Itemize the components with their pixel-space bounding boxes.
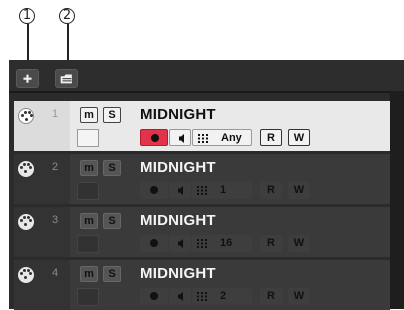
track-number: 1 bbox=[52, 108, 59, 120]
monitor-button[interactable] bbox=[169, 288, 191, 305]
mute-button[interactable]: m bbox=[80, 160, 98, 176]
monitor-button[interactable] bbox=[169, 182, 191, 199]
mute-button[interactable]: m bbox=[80, 107, 98, 123]
keyboard-icon bbox=[198, 134, 208, 143]
speaker-icon bbox=[178, 292, 183, 301]
track-name[interactable]: MIDNIGHT bbox=[140, 159, 216, 176]
track-row[interactable]: 4 m S MIDNIGHT 2 R W bbox=[14, 260, 390, 310]
track-presets-icon bbox=[60, 74, 72, 84]
midi-channel-value: 16 bbox=[220, 237, 233, 249]
speaker-icon bbox=[178, 239, 183, 248]
midi-track-icon bbox=[18, 214, 34, 230]
track-name[interactable]: MIDNIGHT bbox=[140, 212, 216, 229]
add-track-button[interactable] bbox=[16, 69, 39, 88]
read-automation-button[interactable]: R bbox=[260, 288, 282, 305]
speaker-icon bbox=[179, 134, 184, 143]
track-row[interactable]: 3 m S MIDNIGHT 16 R W bbox=[14, 207, 390, 257]
plus-icon bbox=[23, 74, 32, 83]
write-automation-button[interactable]: W bbox=[288, 235, 310, 252]
midi-track-icon bbox=[18, 267, 34, 283]
track-color-box[interactable] bbox=[77, 235, 99, 253]
callout-2-line bbox=[67, 24, 69, 64]
record-enable-button[interactable] bbox=[140, 129, 168, 146]
solo-button[interactable]: S bbox=[103, 107, 121, 123]
record-icon bbox=[150, 239, 158, 247]
callout-2-number: 2 bbox=[59, 8, 75, 24]
track-color-box[interactable] bbox=[77, 182, 99, 200]
record-icon bbox=[150, 292, 158, 300]
midi-channel-selector[interactable]: 2 bbox=[192, 288, 252, 305]
read-automation-button[interactable]: R bbox=[260, 129, 282, 146]
midi-track-icon bbox=[18, 161, 34, 177]
midi-channel-selector[interactable]: Any bbox=[192, 129, 252, 146]
track-number: 2 bbox=[52, 161, 59, 173]
track-row[interactable]: 2 m S MIDNIGHT 1 R W bbox=[14, 154, 390, 204]
track-list-right-edge bbox=[390, 91, 404, 309]
track-color-box[interactable] bbox=[77, 129, 99, 147]
write-automation-button[interactable]: W bbox=[288, 129, 310, 146]
record-enable-button[interactable] bbox=[140, 182, 168, 199]
keyboard-icon bbox=[197, 292, 207, 301]
midi-channel-value: 1 bbox=[220, 184, 227, 196]
record-enable-button[interactable] bbox=[140, 288, 168, 305]
monitor-button[interactable] bbox=[169, 235, 191, 252]
solo-button[interactable]: S bbox=[103, 213, 121, 229]
read-automation-button[interactable]: R bbox=[260, 182, 282, 199]
mute-button[interactable]: m bbox=[80, 213, 98, 229]
keyboard-icon bbox=[197, 239, 207, 248]
solo-button[interactable]: S bbox=[103, 160, 121, 176]
track-row[interactable]: 1 m S MIDNIGHT Any R W bbox=[14, 101, 390, 151]
record-enable-button[interactable] bbox=[140, 235, 168, 252]
speaker-icon bbox=[178, 186, 183, 195]
mute-button[interactable]: m bbox=[80, 266, 98, 282]
callout-1-line bbox=[27, 24, 29, 64]
monitor-button[interactable] bbox=[169, 129, 191, 146]
midi-channel-selector[interactable]: 16 bbox=[192, 235, 252, 252]
midi-channel-value: Any bbox=[221, 132, 242, 144]
keyboard-icon bbox=[197, 186, 207, 195]
write-automation-button[interactable]: W bbox=[288, 182, 310, 199]
track-name[interactable]: MIDNIGHT bbox=[140, 106, 216, 123]
track-number: 3 bbox=[52, 214, 59, 226]
midi-channel-value: 2 bbox=[220, 290, 227, 302]
track-color-box[interactable] bbox=[77, 288, 99, 306]
midi-track-icon bbox=[18, 108, 34, 124]
solo-button[interactable]: S bbox=[103, 266, 121, 282]
record-icon bbox=[150, 186, 158, 194]
track-name[interactable]: MIDNIGHT bbox=[140, 265, 216, 282]
read-automation-button[interactable]: R bbox=[260, 235, 282, 252]
midi-channel-selector[interactable]: 1 bbox=[192, 182, 252, 199]
callout-1-number: 1 bbox=[19, 8, 35, 24]
record-icon bbox=[151, 134, 159, 142]
write-automation-button[interactable]: W bbox=[288, 288, 310, 305]
track-presets-button[interactable] bbox=[55, 69, 78, 88]
track-number: 4 bbox=[52, 267, 59, 279]
